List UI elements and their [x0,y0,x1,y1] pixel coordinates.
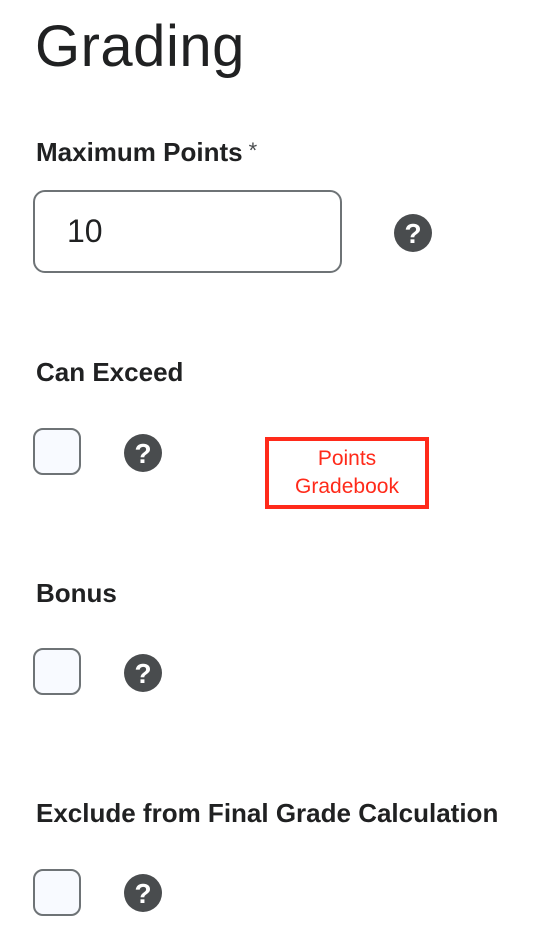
maximum-points-label-text: Maximum Points [36,137,243,167]
question-icon-glyph: ? [404,217,422,249]
maximum-points-label: Maximum Points * [36,136,257,170]
exclude-final-grade-label: Exclude from Final Grade Calculation [36,798,499,828]
maximum-points-help-icon[interactable]: ? [394,214,432,252]
bonus-checkbox[interactable] [33,648,81,695]
required-marker: * [248,138,258,163]
page-title: Grading [35,14,245,79]
exclude-final-grade-checkbox[interactable] [33,869,81,916]
can-exceed-checkbox[interactable] [33,428,81,475]
annotation-box: Points Gradebook [265,437,429,509]
annotation-line-1: Points [317,447,377,470]
exclude-final-grade-help-icon[interactable]: ? [124,874,162,912]
can-exceed-label: Can Exceed [36,357,184,387]
question-icon-glyph: ? [134,877,152,909]
can-exceed-help-icon[interactable]: ? [124,434,162,472]
bonus-help-icon[interactable]: ? [124,654,162,692]
question-icon-glyph: ? [134,657,152,689]
annotation-line-2: Gradebook [295,475,399,498]
bonus-label: Bonus [36,578,117,608]
question-icon-glyph: ? [134,437,152,469]
maximum-points-input[interactable] [33,190,342,273]
